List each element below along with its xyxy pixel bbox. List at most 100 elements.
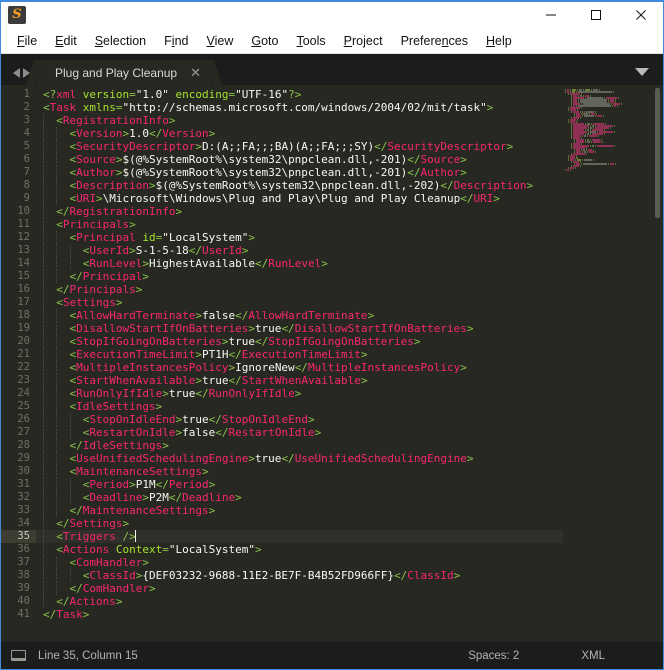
code-token: </ [255,335,268,348]
code-line[interactable]: 38 <ClassId>{DEF03232-9688-11E2-BE7F-B4B… [1,569,563,582]
code-token: MultipleInstancesPolicy [308,361,460,374]
code-line[interactable]: 35 <Triggers /> [1,530,563,543]
code-token: StopIfGoingOnBatteries [268,335,414,348]
code-token: > [248,322,255,335]
indent-guide [43,465,56,478]
code-token: true [202,374,229,387]
code-token: </ [43,608,56,621]
code-line[interactable]: 28 </IdleSettings> [1,439,563,452]
line-number: 34 [1,517,36,530]
indent-guide [56,322,69,335]
menu-item-view[interactable]: View [197,31,242,50]
minimap[interactable] [563,85,663,642]
cursor-position-label[interactable]: Line 35, Column 15 [38,650,138,662]
code-token: </ [56,595,69,608]
code-token: version [83,88,129,101]
minimap-token [603,115,604,117]
code-line[interactable]: 24 <RunOnlyIfIdle>true</RunOnlyIfIdle> [1,387,563,400]
code-token [109,543,116,556]
line-number: 20 [1,335,36,348]
code-line[interactable]: 26 <StopOnIdleEnd>true</StopOnIdleEnd> [1,413,563,426]
indent-guide [56,439,69,452]
code-line[interactable]: 31 <Period>P1M</Period> [1,478,563,491]
code-token: StartWhenAvailable [76,374,195,387]
code-line[interactable]: 41</Task> [1,608,563,621]
code-line[interactable]: 1<?xml version="1.0" encoding="UTF-16"?> [1,88,563,101]
code-token: true [228,335,255,348]
code-line[interactable]: 33 </MaintenanceSettings> [1,504,563,517]
tab-close-icon[interactable]: ✕ [190,66,201,79]
code-line-content: <RegistrationInfo> [36,114,563,127]
indent-guide [43,530,56,543]
minimap-token [581,163,582,165]
code-line[interactable]: 12 <Principal id="LocalSystem"> [1,231,563,244]
code-line[interactable]: 13 <UserId>S-1-5-18</UserId> [1,244,563,257]
code-line[interactable]: 9 <URI>\Microsoft\Windows\Plug and Play\… [1,192,563,205]
menu-item-find[interactable]: Find [155,31,197,50]
editor: 1<?xml version="1.0" encoding="UTF-16"?>… [1,85,663,642]
minimap-viewport-scrollbar[interactable] [655,88,660,218]
code-line[interactable]: 37 <ComHandler> [1,556,563,569]
code-token: > [129,478,136,491]
code-line[interactable]: 36 <Actions Context="LocalSystem"> [1,543,563,556]
code-line[interactable]: 40 </Actions> [1,595,563,608]
code-line[interactable]: 21 <ExecutionTimeLimit>PT1H</ExecutionTi… [1,348,563,361]
menu-item-tools[interactable]: Tools [287,31,334,50]
code-line[interactable]: 14 <RunLevel>HighestAvailable</RunLevel> [1,257,563,270]
code-line[interactable]: 15 </Principal> [1,270,563,283]
code-line[interactable]: 22 <MultipleInstancesPolicy>IgnoreNew</M… [1,361,563,374]
code-token: <? [43,88,56,101]
code-line[interactable]: 30 <MaintenanceSettings> [1,465,563,478]
code-line[interactable]: 18 <AllowHardTerminate>false</AllowHardT… [1,309,563,322]
menu-item-selection[interactable]: Selection [86,31,155,50]
menu-item-file[interactable]: File [8,31,46,50]
menu-item-edit[interactable]: Edit [46,31,86,50]
code-token: id [142,231,155,244]
menu-bar: FileEditSelectionFindViewGotoToolsProjec… [1,28,663,54]
code-line[interactable]: 10 </RegistrationInfo> [1,205,563,218]
code-line[interactable]: 27 <RestartOnIdle>false</RestartOnIdle> [1,426,563,439]
code-line[interactable]: 4 <Version>1.0</Version> [1,127,563,140]
code-line[interactable]: 39 </ComHandler> [1,582,563,595]
code-line[interactable]: 34 </Settings> [1,517,563,530]
code-line[interactable]: 23 <StartWhenAvailable>true</StartWhenAv… [1,374,563,387]
tab-list-button[interactable] [635,68,663,85]
code-token: SecurityDescriptor [387,140,506,153]
code-line[interactable]: 3 <RegistrationInfo> [1,114,563,127]
code-line[interactable]: 20 <StopIfGoingOnBatteries>true</StopIfG… [1,335,563,348]
tab-plug-and-play-cleanup[interactable]: Plug and Play Cleanup ✕ [37,60,211,85]
indent-guide [43,439,56,452]
indentation-label[interactable]: Spaces: 2 [468,650,519,662]
indent-guide [43,517,56,530]
code-line[interactable]: 29 <UseUnifiedSchedulingEngine>true</Use… [1,452,563,465]
sidebar-toggle-icon[interactable] [11,650,26,661]
syntax-label[interactable]: XML [581,650,605,662]
code-line[interactable]: 5 <SecurityDescriptor>D:(A;;FA;;;BA)(A;;… [1,140,563,153]
maximize-button[interactable] [573,2,618,28]
code-area[interactable]: 1<?xml version="1.0" encoding="UTF-16"?>… [1,85,563,642]
menu-item-preferences[interactable]: Preferences [392,31,477,50]
code-line[interactable]: 17 <Settings> [1,296,563,309]
indent-guide [56,361,69,374]
code-line[interactable]: 8 <Description>$(@%SystemRoot%\system32\… [1,179,563,192]
code-line-content: <AllowHardTerminate>false</AllowHardTerm… [36,309,563,322]
code-line[interactable]: 11 <Principals> [1,218,563,231]
code-token: Period [169,478,209,491]
code-line[interactable]: 6 <Source>$(@%SystemRoot%\system32\pnpcl… [1,153,563,166]
code-line[interactable]: 25 <IdleSettings> [1,400,563,413]
previous-tab-icon[interactable] [13,68,20,78]
code-line[interactable]: 19 <DisallowStartIfOnBatteries>true</Dis… [1,322,563,335]
minimap-token [571,161,572,163]
code-line[interactable]: 16 </Principals> [1,283,563,296]
menu-item-goto[interactable]: Goto [242,31,287,50]
code-line-content: </Actions> [36,595,563,608]
indent-guide [43,179,56,192]
code-line[interactable]: 32 <Deadline>P2M</Deadline> [1,491,563,504]
close-button[interactable] [618,2,663,28]
menu-item-project[interactable]: Project [335,31,392,50]
code-line[interactable]: 2<Task xmlns="http://schemas.microsoft.c… [1,101,563,114]
menu-item-help[interactable]: Help [477,31,521,50]
code-line[interactable]: 7 <Author>$(@%SystemRoot%\system32\pnpcl… [1,166,563,179]
minimize-button[interactable] [528,2,573,28]
code-token: > [467,452,474,465]
